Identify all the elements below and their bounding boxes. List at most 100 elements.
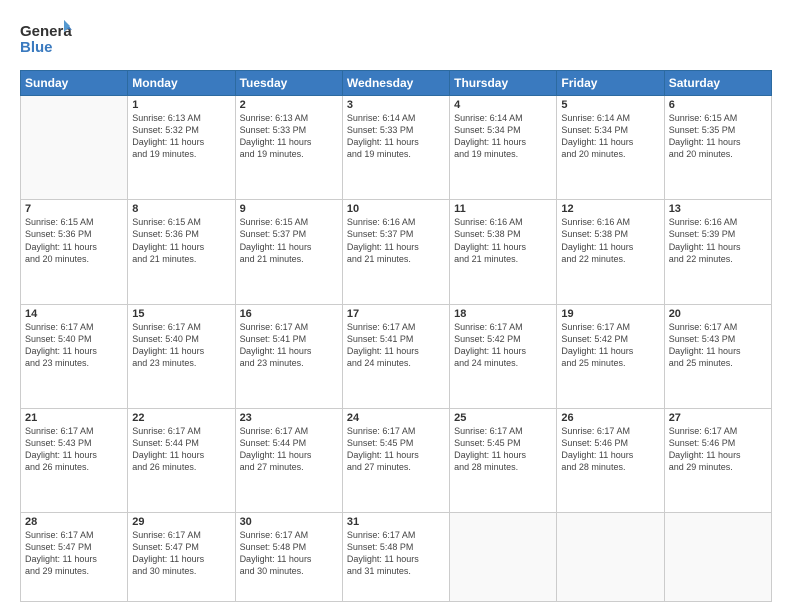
day-info: Sunrise: 6:17 AM Sunset: 5:40 PM Dayligh… bbox=[132, 321, 230, 370]
day-info: Sunrise: 6:17 AM Sunset: 5:47 PM Dayligh… bbox=[25, 529, 123, 578]
calendar-cell: 23Sunrise: 6:17 AM Sunset: 5:44 PM Dayli… bbox=[235, 408, 342, 512]
day-number: 9 bbox=[240, 203, 338, 215]
calendar-cell: 6Sunrise: 6:15 AM Sunset: 5:35 PM Daylig… bbox=[664, 96, 771, 200]
calendar-cell: 24Sunrise: 6:17 AM Sunset: 5:45 PM Dayli… bbox=[342, 408, 449, 512]
day-number: 16 bbox=[240, 308, 338, 320]
calendar-cell: 9Sunrise: 6:15 AM Sunset: 5:37 PM Daylig… bbox=[235, 200, 342, 304]
calendar-cell: 7Sunrise: 6:15 AM Sunset: 5:36 PM Daylig… bbox=[21, 200, 128, 304]
logo: General Blue bbox=[20, 18, 72, 60]
calendar-cell: 4Sunrise: 6:14 AM Sunset: 5:34 PM Daylig… bbox=[450, 96, 557, 200]
calendar-cell: 18Sunrise: 6:17 AM Sunset: 5:42 PM Dayli… bbox=[450, 304, 557, 408]
calendar-cell: 10Sunrise: 6:16 AM Sunset: 5:37 PM Dayli… bbox=[342, 200, 449, 304]
calendar-cell: 20Sunrise: 6:17 AM Sunset: 5:43 PM Dayli… bbox=[664, 304, 771, 408]
day-info: Sunrise: 6:17 AM Sunset: 5:42 PM Dayligh… bbox=[561, 321, 659, 370]
day-number: 19 bbox=[561, 308, 659, 320]
day-number: 4 bbox=[454, 99, 552, 111]
day-info: Sunrise: 6:17 AM Sunset: 5:46 PM Dayligh… bbox=[561, 425, 659, 474]
calendar-cell: 15Sunrise: 6:17 AM Sunset: 5:40 PM Dayli… bbox=[128, 304, 235, 408]
calendar-cell: 17Sunrise: 6:17 AM Sunset: 5:41 PM Dayli… bbox=[342, 304, 449, 408]
calendar-cell: 25Sunrise: 6:17 AM Sunset: 5:45 PM Dayli… bbox=[450, 408, 557, 512]
header: General Blue bbox=[20, 18, 772, 60]
day-info: Sunrise: 6:17 AM Sunset: 5:41 PM Dayligh… bbox=[347, 321, 445, 370]
calendar-cell: 28Sunrise: 6:17 AM Sunset: 5:47 PM Dayli… bbox=[21, 513, 128, 602]
calendar-cell: 21Sunrise: 6:17 AM Sunset: 5:43 PM Dayli… bbox=[21, 408, 128, 512]
weekday-header-friday: Friday bbox=[557, 71, 664, 96]
day-number: 25 bbox=[454, 412, 552, 424]
logo-icon: General Blue bbox=[20, 18, 72, 60]
day-number: 15 bbox=[132, 308, 230, 320]
calendar-cell bbox=[664, 513, 771, 602]
day-info: Sunrise: 6:17 AM Sunset: 5:40 PM Dayligh… bbox=[25, 321, 123, 370]
day-number: 27 bbox=[669, 412, 767, 424]
calendar-cell: 1Sunrise: 6:13 AM Sunset: 5:32 PM Daylig… bbox=[128, 96, 235, 200]
calendar-cell: 12Sunrise: 6:16 AM Sunset: 5:38 PM Dayli… bbox=[557, 200, 664, 304]
calendar-cell: 5Sunrise: 6:14 AM Sunset: 5:34 PM Daylig… bbox=[557, 96, 664, 200]
page: General Blue SundayMondayTuesdayWednesda… bbox=[0, 0, 792, 612]
calendar-cell: 8Sunrise: 6:15 AM Sunset: 5:36 PM Daylig… bbox=[128, 200, 235, 304]
calendar-table: SundayMondayTuesdayWednesdayThursdayFrid… bbox=[20, 70, 772, 602]
day-number: 22 bbox=[132, 412, 230, 424]
calendar-cell: 29Sunrise: 6:17 AM Sunset: 5:47 PM Dayli… bbox=[128, 513, 235, 602]
day-number: 3 bbox=[347, 99, 445, 111]
day-info: Sunrise: 6:17 AM Sunset: 5:42 PM Dayligh… bbox=[454, 321, 552, 370]
day-number: 26 bbox=[561, 412, 659, 424]
calendar-cell: 14Sunrise: 6:17 AM Sunset: 5:40 PM Dayli… bbox=[21, 304, 128, 408]
calendar-cell bbox=[450, 513, 557, 602]
day-number: 1 bbox=[132, 99, 230, 111]
day-info: Sunrise: 6:15 AM Sunset: 5:35 PM Dayligh… bbox=[669, 112, 767, 161]
calendar-cell: 30Sunrise: 6:17 AM Sunset: 5:48 PM Dayli… bbox=[235, 513, 342, 602]
weekday-header-thursday: Thursday bbox=[450, 71, 557, 96]
day-number: 14 bbox=[25, 308, 123, 320]
calendar-cell: 2Sunrise: 6:13 AM Sunset: 5:33 PM Daylig… bbox=[235, 96, 342, 200]
day-number: 31 bbox=[347, 516, 445, 528]
day-number: 11 bbox=[454, 203, 552, 215]
day-info: Sunrise: 6:17 AM Sunset: 5:48 PM Dayligh… bbox=[240, 529, 338, 578]
calendar-cell: 13Sunrise: 6:16 AM Sunset: 5:39 PM Dayli… bbox=[664, 200, 771, 304]
day-number: 8 bbox=[132, 203, 230, 215]
day-info: Sunrise: 6:17 AM Sunset: 5:47 PM Dayligh… bbox=[132, 529, 230, 578]
day-number: 5 bbox=[561, 99, 659, 111]
weekday-header-sunday: Sunday bbox=[21, 71, 128, 96]
day-info: Sunrise: 6:17 AM Sunset: 5:44 PM Dayligh… bbox=[132, 425, 230, 474]
day-number: 6 bbox=[669, 99, 767, 111]
day-number: 13 bbox=[669, 203, 767, 215]
day-info: Sunrise: 6:16 AM Sunset: 5:39 PM Dayligh… bbox=[669, 216, 767, 265]
day-number: 28 bbox=[25, 516, 123, 528]
calendar-cell: 31Sunrise: 6:17 AM Sunset: 5:48 PM Dayli… bbox=[342, 513, 449, 602]
day-number: 21 bbox=[25, 412, 123, 424]
day-info: Sunrise: 6:14 AM Sunset: 5:34 PM Dayligh… bbox=[561, 112, 659, 161]
weekday-header-saturday: Saturday bbox=[664, 71, 771, 96]
day-number: 30 bbox=[240, 516, 338, 528]
day-number: 17 bbox=[347, 308, 445, 320]
calendar-cell: 22Sunrise: 6:17 AM Sunset: 5:44 PM Dayli… bbox=[128, 408, 235, 512]
day-info: Sunrise: 6:17 AM Sunset: 5:43 PM Dayligh… bbox=[669, 321, 767, 370]
day-info: Sunrise: 6:16 AM Sunset: 5:37 PM Dayligh… bbox=[347, 216, 445, 265]
day-info: Sunrise: 6:15 AM Sunset: 5:36 PM Dayligh… bbox=[25, 216, 123, 265]
weekday-header-tuesday: Tuesday bbox=[235, 71, 342, 96]
day-number: 7 bbox=[25, 203, 123, 215]
calendar-cell bbox=[21, 96, 128, 200]
day-info: Sunrise: 6:15 AM Sunset: 5:37 PM Dayligh… bbox=[240, 216, 338, 265]
calendar-cell: 26Sunrise: 6:17 AM Sunset: 5:46 PM Dayli… bbox=[557, 408, 664, 512]
day-info: Sunrise: 6:17 AM Sunset: 5:48 PM Dayligh… bbox=[347, 529, 445, 578]
calendar-cell: 19Sunrise: 6:17 AM Sunset: 5:42 PM Dayli… bbox=[557, 304, 664, 408]
day-number: 12 bbox=[561, 203, 659, 215]
day-info: Sunrise: 6:13 AM Sunset: 5:32 PM Dayligh… bbox=[132, 112, 230, 161]
day-info: Sunrise: 6:17 AM Sunset: 5:45 PM Dayligh… bbox=[454, 425, 552, 474]
calendar-cell: 27Sunrise: 6:17 AM Sunset: 5:46 PM Dayli… bbox=[664, 408, 771, 512]
day-number: 10 bbox=[347, 203, 445, 215]
calendar-cell bbox=[557, 513, 664, 602]
day-number: 18 bbox=[454, 308, 552, 320]
day-info: Sunrise: 6:17 AM Sunset: 5:46 PM Dayligh… bbox=[669, 425, 767, 474]
day-info: Sunrise: 6:17 AM Sunset: 5:43 PM Dayligh… bbox=[25, 425, 123, 474]
weekday-header-wednesday: Wednesday bbox=[342, 71, 449, 96]
svg-text:Blue: Blue bbox=[20, 39, 53, 56]
day-info: Sunrise: 6:14 AM Sunset: 5:33 PM Dayligh… bbox=[347, 112, 445, 161]
day-number: 24 bbox=[347, 412, 445, 424]
calendar-cell: 11Sunrise: 6:16 AM Sunset: 5:38 PM Dayli… bbox=[450, 200, 557, 304]
day-info: Sunrise: 6:14 AM Sunset: 5:34 PM Dayligh… bbox=[454, 112, 552, 161]
day-info: Sunrise: 6:15 AM Sunset: 5:36 PM Dayligh… bbox=[132, 216, 230, 265]
weekday-header-monday: Monday bbox=[128, 71, 235, 96]
day-info: Sunrise: 6:17 AM Sunset: 5:45 PM Dayligh… bbox=[347, 425, 445, 474]
day-number: 2 bbox=[240, 99, 338, 111]
